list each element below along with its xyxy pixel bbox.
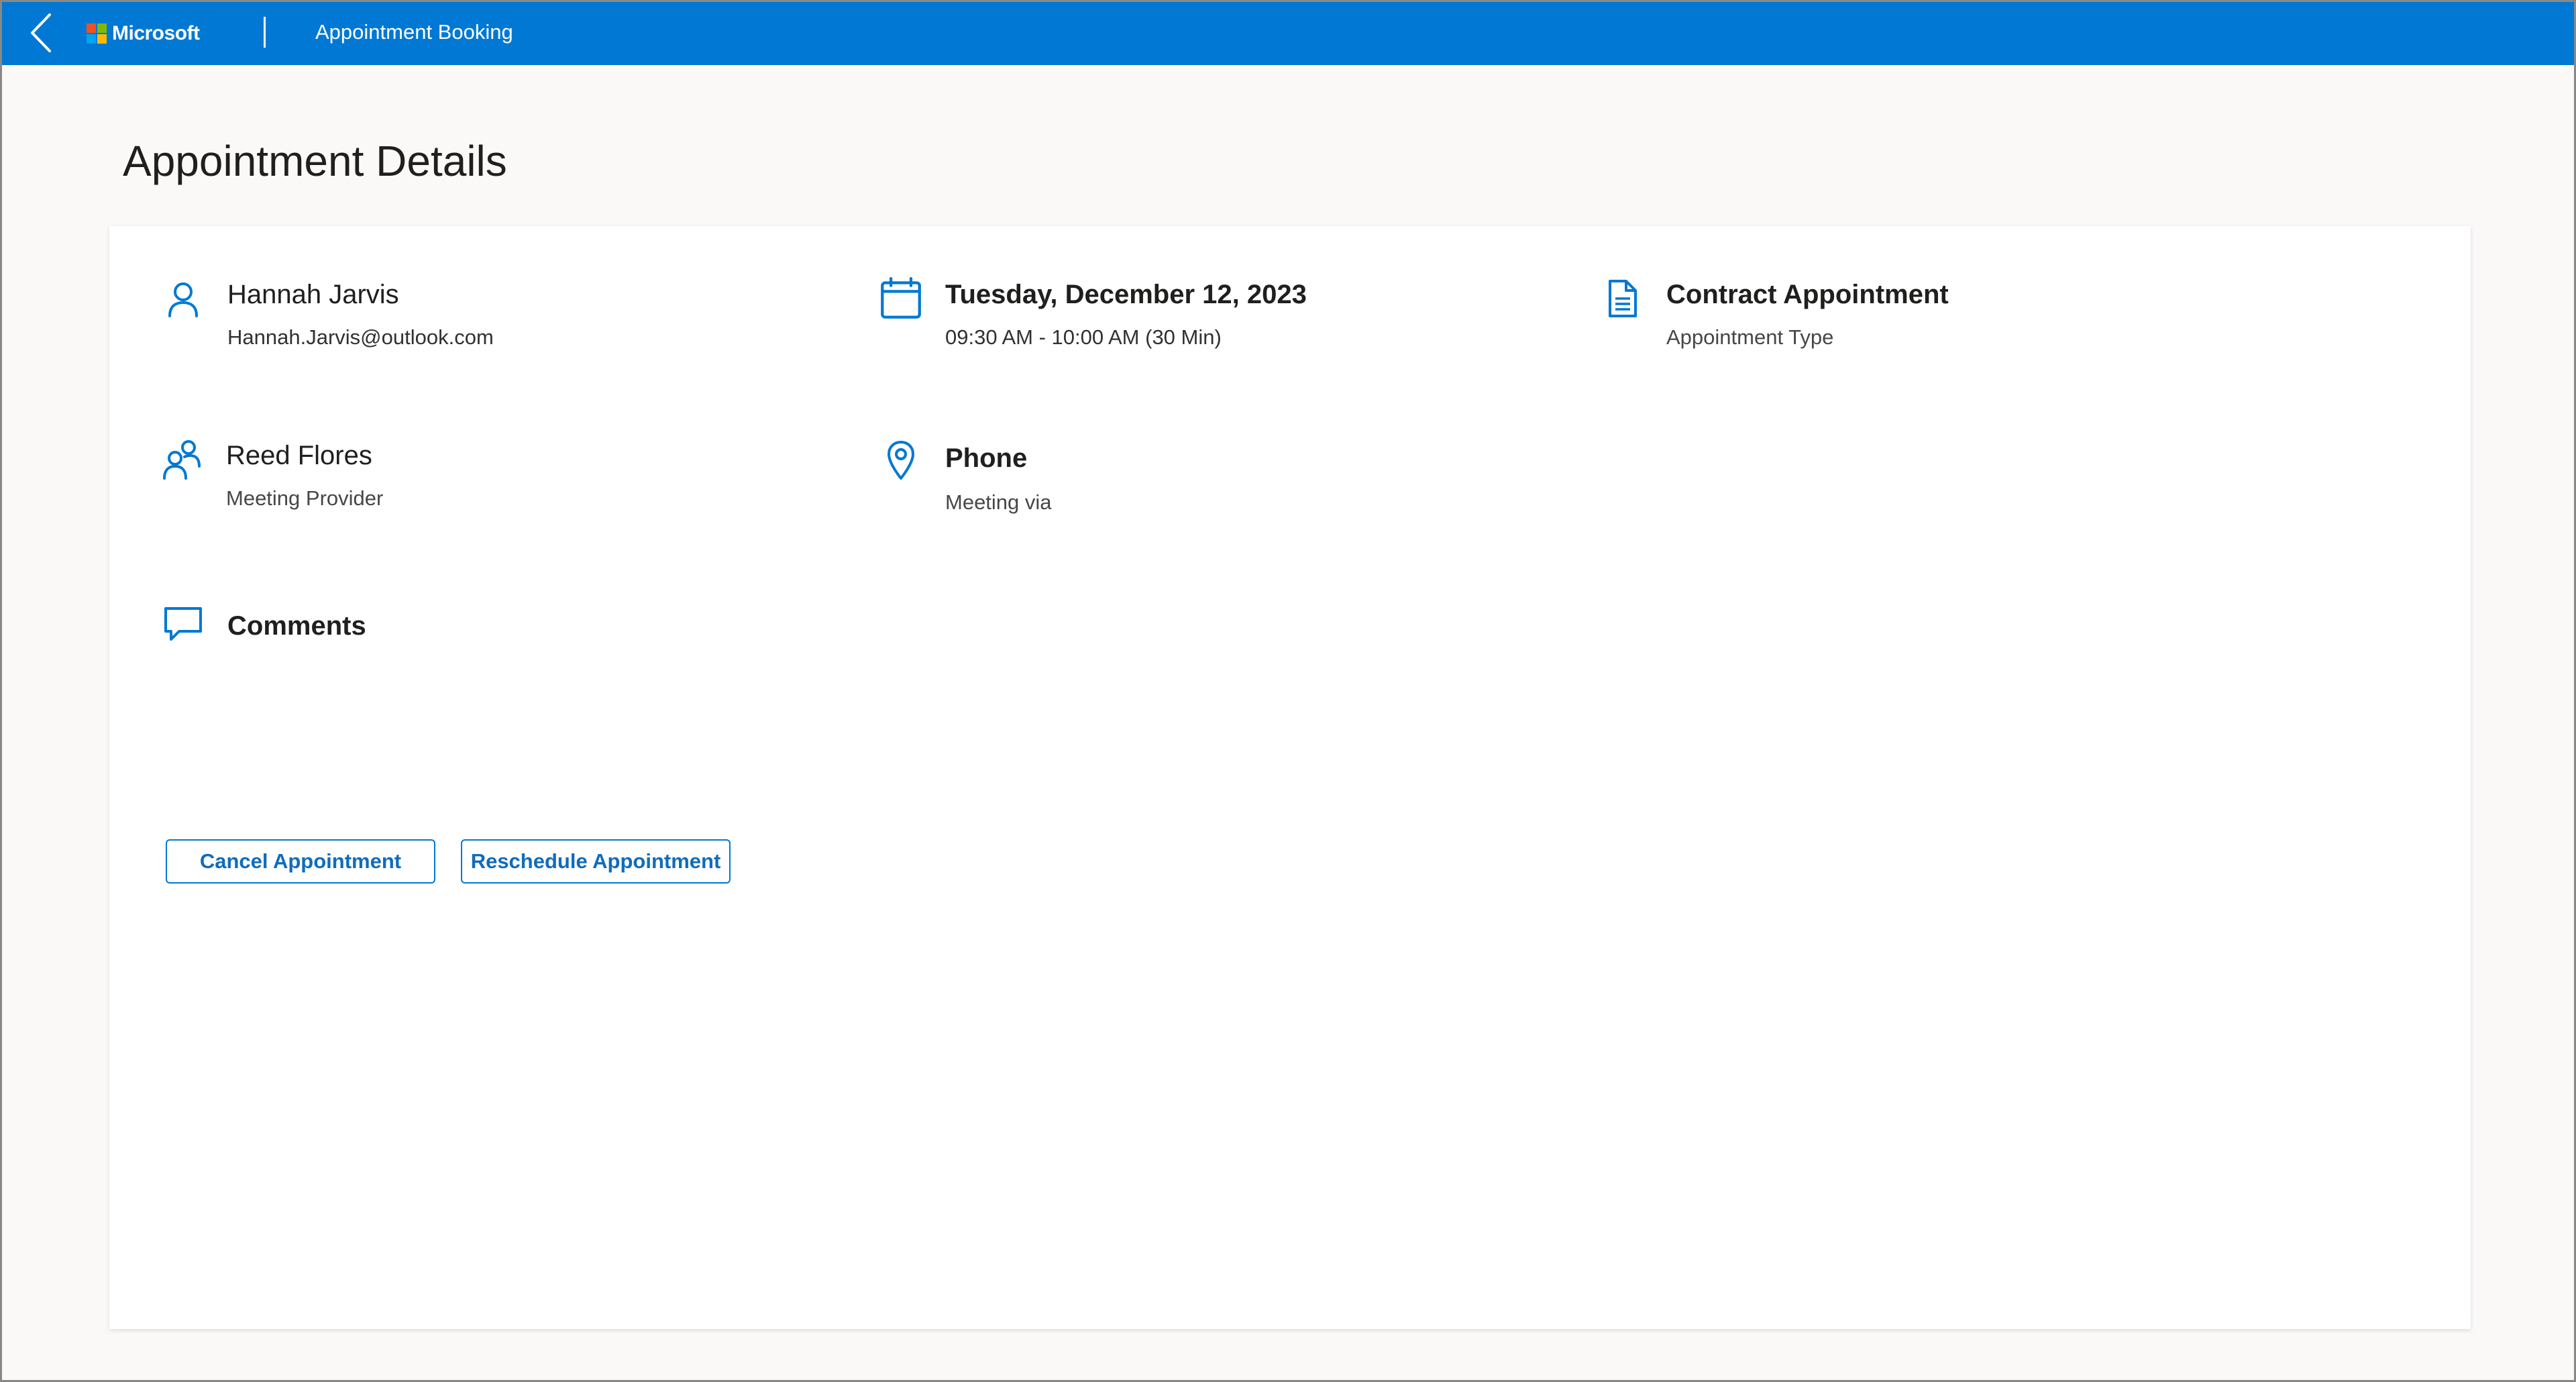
customer-email: Hannah.Jarvis@outlook.com bbox=[227, 325, 494, 349]
microsoft-logo[interactable]: Microsoft bbox=[87, 21, 200, 46]
provider-label: Meeting Provider bbox=[226, 486, 384, 510]
comments-section: Comments bbox=[163, 604, 834, 658]
appointment-details-card: Hannah Jarvis Hannah.Jarvis@outlook.com … bbox=[109, 226, 2471, 1329]
location-title: Phone bbox=[945, 443, 1028, 473]
comments-title: Comments bbox=[227, 611, 366, 641]
brand-name: Microsoft bbox=[112, 22, 200, 44]
header-divider bbox=[264, 17, 266, 48]
appointment-date: Tuesday, December 12, 2023 bbox=[945, 280, 1307, 309]
appointment-type-title: Contract Appointment bbox=[1666, 280, 1949, 309]
document-icon bbox=[1609, 280, 1637, 317]
calendar-icon bbox=[881, 277, 921, 319]
appointment-time: 09:30 AM - 10:00 AM (30 Min) bbox=[945, 325, 1222, 349]
chevron-left-icon bbox=[31, 13, 51, 52]
app-title: Appointment Booking bbox=[315, 20, 513, 44]
provider-info: Reed Flores Meeting Provider bbox=[162, 439, 833, 520]
location-info: Phone Meeting via bbox=[881, 439, 1552, 520]
location-pin-icon bbox=[888, 441, 914, 480]
microsoft-logo-icon bbox=[87, 23, 107, 44]
top-bar: Microsoft Appointment Booking bbox=[2, 2, 2574, 65]
cancel-appointment-button[interactable]: Cancel Appointment bbox=[166, 839, 435, 884]
customer-name: Hannah Jarvis bbox=[227, 280, 399, 309]
people-icon bbox=[163, 440, 201, 480]
location-label: Meeting via bbox=[945, 490, 1052, 514]
app-window: Microsoft Appointment Booking Appointmen… bbox=[0, 0, 2576, 1382]
page-title: Appointment Details bbox=[123, 137, 507, 185]
date-info: Tuesday, December 12, 2023 09:30 AM - 10… bbox=[881, 277, 1552, 359]
customer-info: Hannah Jarvis Hannah.Jarvis@outlook.com bbox=[163, 278, 834, 359]
reschedule-appointment-button[interactable]: Reschedule Appointment bbox=[461, 839, 731, 884]
comment-icon bbox=[164, 607, 202, 641]
appointment-type-label: Appointment Type bbox=[1666, 325, 1834, 349]
provider-name: Reed Flores bbox=[226, 441, 372, 470]
person-icon bbox=[168, 282, 198, 317]
appointment-type-info: Contract Appointment Appointment Type bbox=[1602, 278, 2273, 359]
back-button[interactable] bbox=[28, 11, 54, 54]
